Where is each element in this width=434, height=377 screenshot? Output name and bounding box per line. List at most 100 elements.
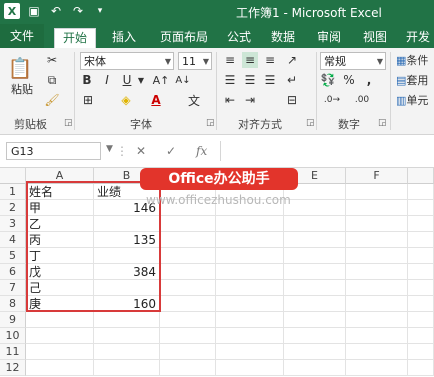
grid-cell[interactable]: [408, 344, 434, 360]
grid-cell[interactable]: [284, 360, 346, 376]
row-header[interactable]: 12: [0, 360, 26, 376]
italic-button[interactable]: I: [100, 72, 114, 88]
increase-decimal-icon[interactable]: .0→: [320, 92, 344, 108]
align-center-icon[interactable]: ☰: [242, 72, 258, 88]
underline-button[interactable]: U: [120, 72, 134, 88]
align-left-icon[interactable]: ☰: [222, 72, 238, 88]
grid-cell[interactable]: [26, 360, 94, 376]
grid-cell[interactable]: [408, 232, 434, 248]
fill-color-icon[interactable]: ◈: [118, 92, 134, 108]
tab-insert[interactable]: 插入: [106, 28, 142, 48]
grid-cell[interactable]: [160, 280, 216, 296]
grid-cell[interactable]: [284, 216, 346, 232]
grid-cell[interactable]: [216, 264, 284, 280]
format-painter-icon[interactable]: 🖌: [44, 92, 60, 108]
grid-cell[interactable]: [408, 360, 434, 376]
grid-cell[interactable]: [216, 248, 284, 264]
grow-font-icon[interactable]: A↑: [152, 72, 170, 88]
grid-cell[interactable]: [26, 328, 94, 344]
row-header[interactable]: 5: [0, 248, 26, 264]
conditional-format-button[interactable]: ▦ 条件: [396, 52, 434, 68]
grid-cell[interactable]: [346, 296, 408, 312]
grid-cell[interactable]: [160, 216, 216, 232]
phonetic-icon[interactable]: 文: [186, 92, 202, 108]
select-all-corner[interactable]: [0, 168, 26, 184]
grid-cell[interactable]: [160, 344, 216, 360]
grid-cell[interactable]: [94, 360, 160, 376]
tab-data[interactable]: 数据: [266, 28, 300, 48]
grid-cell[interactable]: [94, 328, 160, 344]
grid-cell[interactable]: [346, 248, 408, 264]
decrease-indent-icon[interactable]: ⇤: [222, 92, 238, 108]
grid-cell[interactable]: [160, 360, 216, 376]
grid-cell[interactable]: [160, 264, 216, 280]
tab-home[interactable]: 开始: [54, 28, 96, 49]
tab-formulas[interactable]: 公式: [222, 28, 256, 48]
formula-input[interactable]: [220, 141, 434, 161]
confirm-entry-button[interactable]: ✓: [166, 144, 176, 158]
orientation-icon[interactable]: ↗: [284, 52, 300, 68]
tab-file[interactable]: 文件: [0, 24, 44, 48]
shrink-font-icon[interactable]: A↓: [174, 72, 192, 88]
save-icon[interactable]: ▣: [26, 3, 42, 19]
paste-icon[interactable]: 📋: [8, 54, 33, 82]
redo-icon[interactable]: ↷: [70, 3, 86, 19]
font-launcher-icon[interactable]: ◲: [206, 118, 215, 128]
merge-center-icon[interactable]: ⊟: [284, 92, 300, 108]
alignment-launcher-icon[interactable]: ◲: [306, 118, 315, 128]
grid-cell[interactable]: [284, 296, 346, 312]
grid-cell[interactable]: [284, 248, 346, 264]
row-header[interactable]: 8: [0, 296, 26, 312]
grid-cell[interactable]: [26, 344, 94, 360]
cut-icon[interactable]: ✂: [44, 52, 60, 68]
grid-cell[interactable]: [408, 328, 434, 344]
grid-cell[interactable]: [346, 232, 408, 248]
grid-cell[interactable]: [160, 232, 216, 248]
customize-toolbar-icon[interactable]: ▾: [92, 3, 108, 19]
clipboard-launcher-icon[interactable]: ◲: [64, 118, 73, 128]
font-color-icon[interactable]: A: [148, 92, 164, 108]
grid-cell[interactable]: [408, 200, 434, 216]
grid-cell[interactable]: [346, 264, 408, 280]
cancel-entry-button[interactable]: ✕: [136, 144, 146, 158]
grid-cell[interactable]: [408, 280, 434, 296]
row-header[interactable]: 11: [0, 344, 26, 360]
grid-cell[interactable]: [408, 296, 434, 312]
tab-page-layout[interactable]: 页面布局: [152, 28, 216, 48]
grid-cell[interactable]: [408, 216, 434, 232]
middle-align-icon[interactable]: ≡: [242, 52, 258, 68]
row-header[interactable]: 4: [0, 232, 26, 248]
row-header[interactable]: 1: [0, 184, 26, 200]
grid-cell[interactable]: [216, 312, 284, 328]
grid-cell[interactable]: [346, 344, 408, 360]
row-header[interactable]: 2: [0, 200, 26, 216]
number-format-dropdown[interactable]: 常规 ▼: [320, 52, 386, 70]
grid-cell[interactable]: [94, 344, 160, 360]
grid-cell[interactable]: [160, 296, 216, 312]
column-header-f[interactable]: F: [346, 168, 408, 184]
grid-cell[interactable]: [408, 312, 434, 328]
paste-button[interactable]: 粘贴: [8, 82, 36, 96]
borders-icon[interactable]: ⊞: [80, 92, 96, 108]
grid-cell[interactable]: [284, 280, 346, 296]
tab-view[interactable]: 视图: [358, 28, 392, 48]
grid-cell[interactable]: [346, 200, 408, 216]
top-align-icon[interactable]: ≡: [222, 52, 238, 68]
grid-cell[interactable]: [284, 312, 346, 328]
grid-cell[interactable]: [216, 344, 284, 360]
font-name-dropdown[interactable]: 宋体 ▼: [80, 52, 174, 70]
grid-cell[interactable]: [346, 360, 408, 376]
tab-developer[interactable]: 开发: [402, 28, 434, 48]
grid-cell[interactable]: [284, 264, 346, 280]
grid-cell[interactable]: [216, 280, 284, 296]
grid-cell[interactable]: [284, 328, 346, 344]
name-box[interactable]: G13: [6, 142, 101, 160]
bold-button[interactable]: B: [80, 72, 94, 88]
copy-icon[interactable]: ⧉: [44, 72, 60, 88]
percent-button[interactable]: %: [342, 72, 356, 88]
grid-cell[interactable]: [284, 232, 346, 248]
bottom-align-icon[interactable]: ≡: [262, 52, 278, 68]
comma-button[interactable]: ,: [362, 72, 376, 88]
grid-cell[interactable]: [216, 296, 284, 312]
grid-cell[interactable]: [216, 328, 284, 344]
